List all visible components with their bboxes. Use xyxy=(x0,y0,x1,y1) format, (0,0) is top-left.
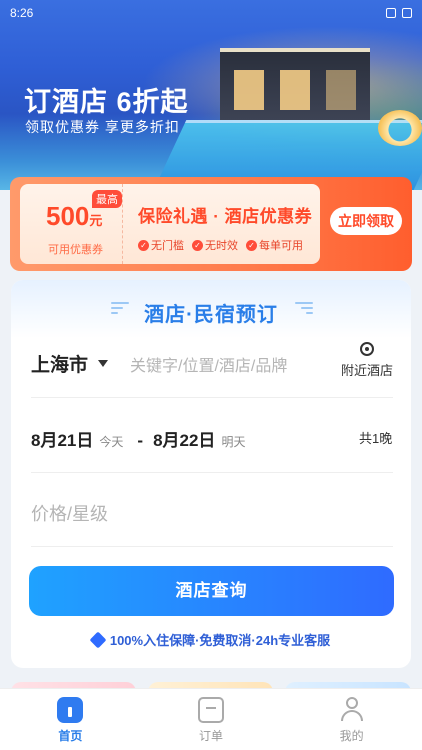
price-star-filter[interactable]: 价格/星级 xyxy=(31,500,108,526)
tab-home-label: 首页 xyxy=(58,729,83,743)
diamond-icon xyxy=(89,631,107,648)
nearby-hotels-button[interactable]: 附近酒店 xyxy=(339,342,395,379)
wifi-icon xyxy=(386,8,396,18)
booking-card: 酒店·民宿预订 上海市 关键字/位置/酒店/品牌 附近酒店 8月21日 今天 -… xyxy=(11,280,411,668)
date-separator: - xyxy=(137,431,144,450)
hero-image-house xyxy=(220,48,370,120)
coupon-tag-label: 无门槛 xyxy=(151,240,184,252)
coupon-amount-area: 最高 500元 可用优惠券 xyxy=(20,184,123,264)
tab-home[interactable]: 首页 xyxy=(0,689,141,750)
coupon-ticket: 最高 500元 可用优惠券 保险礼遇 · 酒店优惠券 ✓ 无门槛 ✓ 无时效 ✓ 每单… xyxy=(20,184,320,264)
check-icon: ✓ xyxy=(246,239,257,251)
nights-count: 共1晚 xyxy=(359,431,393,446)
tab-orders[interactable]: 订单 xyxy=(141,689,282,750)
status-bar: 8:26 xyxy=(0,0,422,26)
claim-coupon-button[interactable]: 立即领取 xyxy=(330,207,402,235)
check-icon: ✓ xyxy=(192,239,203,251)
status-time: 8:26 xyxy=(10,6,34,20)
locate-icon xyxy=(360,342,374,356)
order-icon xyxy=(198,697,224,723)
bottom-tab-bar: 首页 订单 我的 xyxy=(0,688,422,750)
coupon-tags: ✓ 无门槛 ✓ 无时效 ✓ 每单可用 xyxy=(138,237,303,253)
hero-subtitle: 领取优惠券 享更多折扣 xyxy=(25,119,180,135)
hero-title: 订酒店 6折起 xyxy=(24,87,189,117)
checkout-day: 明天 xyxy=(221,435,246,449)
coupon-tag-label: 无时效 xyxy=(205,240,238,252)
keyword-search-input[interactable]: 关键字/位置/酒店/品牌 xyxy=(130,352,287,376)
coupon-amount-unit: 元 xyxy=(89,213,103,228)
home-icon xyxy=(57,697,84,723)
check-icon: ✓ xyxy=(138,239,149,251)
battery-icon xyxy=(402,8,412,18)
coupon-banner[interactable]: 最高 500元 可用优惠券 保险礼遇 · 酒店优惠券 ✓ 无门槛 ✓ 无时效 ✓ 每单… xyxy=(10,177,412,271)
user-icon xyxy=(339,697,365,723)
divider xyxy=(31,472,393,473)
coupon-caption: 可用优惠券 xyxy=(48,244,103,256)
divider xyxy=(31,546,393,547)
city-name: 上海市 xyxy=(31,355,89,376)
tab-profile-label: 我的 xyxy=(339,729,364,743)
coupon-tag: ✓ 无时效 xyxy=(192,237,238,253)
tab-profile[interactable]: 我的 xyxy=(281,689,422,750)
coupon-amount: 500元 xyxy=(46,201,102,232)
hero-image-floatie xyxy=(378,110,422,146)
nearby-label: 附近酒店 xyxy=(340,363,393,378)
hotel-search-button[interactable]: 酒店查询 xyxy=(29,566,394,616)
checkout-date: 8月22日 xyxy=(153,431,216,450)
caret-down-icon xyxy=(98,360,109,367)
checkin-date: 8月21日 xyxy=(31,431,94,450)
coupon-amount-value: 500 xyxy=(46,201,90,231)
coupon-tag-label: 每单可用 xyxy=(259,240,303,252)
divider xyxy=(31,397,393,398)
city-selector[interactable]: 上海市 xyxy=(31,350,109,377)
tab-orders-label: 订单 xyxy=(199,729,224,743)
checkin-day: 今天 xyxy=(99,435,124,449)
coupon-tag: ✓ 每单可用 xyxy=(246,237,303,253)
hero-banner[interactable]: 8:26 订酒店 6折起 领取优惠券 享更多折扣 xyxy=(0,0,422,190)
guarantee-text: 100%入住保障·免费取消·24h专业客服 xyxy=(109,633,331,648)
service-guarantee: 100%入住保障·免费取消·24h专业客服 xyxy=(11,630,411,649)
coupon-tag: ✓ 无门槛 xyxy=(138,237,184,253)
booking-title: 酒店·民宿预订 xyxy=(144,304,278,326)
date-picker[interactable]: 8月21日 今天 - 8月22日 明天 xyxy=(31,426,249,451)
coupon-title: 保险礼遇 · 酒店优惠券 xyxy=(138,207,313,226)
